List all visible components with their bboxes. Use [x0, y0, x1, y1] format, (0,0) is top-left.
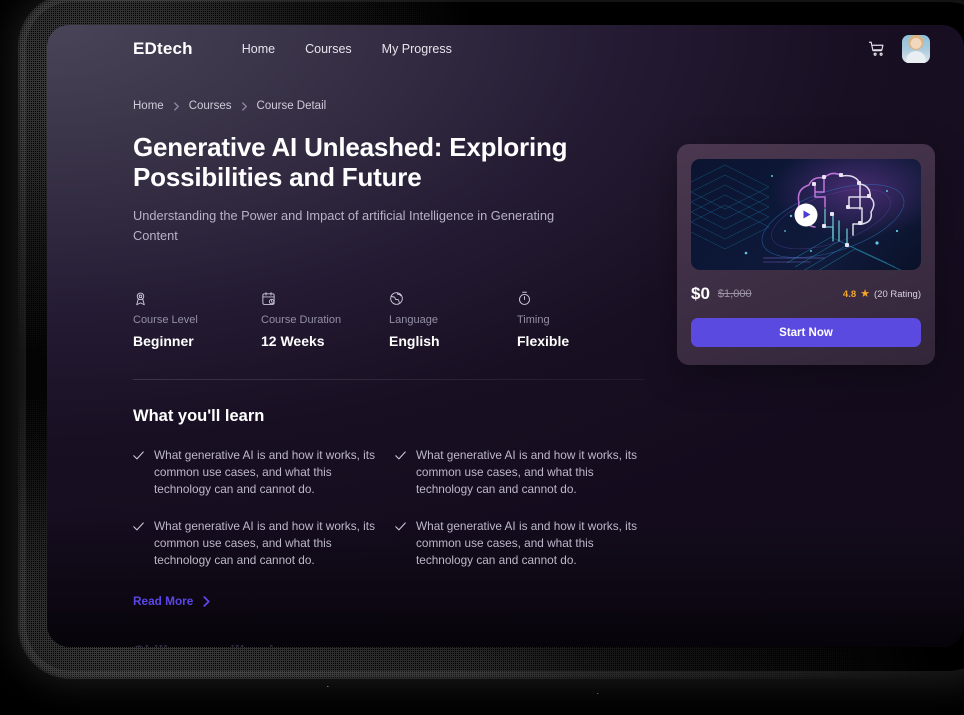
check-icon [133, 451, 144, 460]
course-video-thumbnail[interactable] [691, 159, 921, 270]
globe-icon [390, 291, 403, 305]
meta-label: Course Level [133, 313, 198, 326]
course-purchase-card: $0 $1,000 4.8 ★ (20 Rating) Start Now [677, 144, 935, 365]
skills-heading: Skills you will gain [133, 642, 645, 647]
meta-value: Flexible [517, 332, 570, 349]
calendar-icon [262, 291, 275, 305]
learn-heading: What you'll learn [133, 406, 265, 425]
rating: 4.8 ★ (20 Rating) [842, 287, 921, 300]
sidebar-column: $0 $1,000 4.8 ★ (20 Rating) Start Now [677, 73, 935, 647]
list-item: What generative AI is and how it works, … [133, 518, 395, 569]
star-icon: ★ [860, 287, 870, 300]
list-item: What generative AI is and how it works, … [395, 447, 657, 498]
meta-language: Language English [389, 291, 517, 349]
screenshot-stage: EDtech Home Courses My Progress Home Cou… [0, 0, 964, 715]
breadcrumb: Home Courses Course Detail [133, 100, 645, 112]
section-divider [133, 378, 644, 380]
breadcrumb-item-course-detail: Course Detail [256, 100, 327, 112]
meta-value: 12 Weeks [261, 332, 325, 349]
meta-label: Timing [517, 313, 550, 326]
chevron-right-icon [241, 101, 247, 111]
list-item: What generative AI is and how it works, … [395, 518, 657, 569]
nav-link-courses[interactable]: Courses [305, 42, 352, 56]
breadcrumb-item-home[interactable]: Home [133, 100, 164, 112]
meta-label: Language [389, 313, 438, 326]
meta-value: English [389, 332, 440, 349]
list-item-text: What generative AI is and how it works, … [416, 518, 637, 568]
course-subtitle: Understanding the Power and Impact of ar… [133, 208, 555, 243]
main-column: Home Courses Course Detail Generative AI… [133, 73, 645, 647]
nav-links: Home Courses My Progress [242, 42, 452, 56]
play-icon[interactable] [794, 203, 818, 226]
meta-timing: Timing Flexible [517, 291, 645, 349]
page-title: Generative AI Unleashed: Exploring Possi… [133, 132, 568, 193]
meta-label: Course Duration [261, 313, 342, 326]
avatar[interactable] [902, 35, 930, 63]
chevron-right-icon [173, 101, 179, 111]
shopping-cart-icon[interactable] [868, 40, 886, 58]
check-icon [133, 522, 144, 531]
breadcrumb-item-courses[interactable]: Courses [189, 100, 232, 112]
top-navbar: EDtech Home Courses My Progress [47, 25, 964, 73]
rating-count: (20 Rating) [874, 288, 921, 300]
list-item-text: What generative AI is and how it works, … [154, 447, 375, 496]
app-window: EDtech Home Courses My Progress Home Cou… [47, 25, 964, 647]
course-meta-row: Course Level Beginner Course Duration 12… [133, 291, 645, 349]
page-content: Home Courses Course Detail Generative AI… [47, 73, 964, 647]
start-now-button[interactable]: Start Now [691, 318, 921, 347]
nav-link-my-progress[interactable]: My Progress [382, 42, 452, 56]
nav-right-actions [868, 35, 930, 63]
learn-list: What generative AI is and how it works, … [133, 447, 645, 570]
nav-link-home[interactable]: Home [242, 42, 275, 56]
rating-value: 4.8 [842, 288, 857, 300]
chevron-right-icon [203, 595, 210, 607]
list-item-text: What generative AI is and how it works, … [416, 447, 637, 496]
meta-course-duration: Course Duration 12 Weeks [261, 291, 389, 349]
price-original: $1,000 [717, 288, 752, 300]
read-more-label: Read More [133, 594, 194, 609]
meta-value: Beginner [133, 332, 194, 349]
meta-course-level: Course Level Beginner [133, 291, 261, 349]
check-icon [395, 451, 406, 460]
list-item: What generative AI is and how it works, … [133, 447, 395, 498]
price-row: $0 $1,000 4.8 ★ (20 Rating) [691, 284, 921, 304]
award-icon [136, 292, 145, 305]
check-icon [395, 522, 406, 531]
brand-logo[interactable]: EDtech [133, 39, 193, 59]
price-current: $0 [691, 284, 710, 303]
read-more-link[interactable]: Read More [133, 594, 211, 608]
list-item-text: What generative AI is and how it works, … [154, 518, 375, 568]
timer-icon [519, 291, 530, 305]
